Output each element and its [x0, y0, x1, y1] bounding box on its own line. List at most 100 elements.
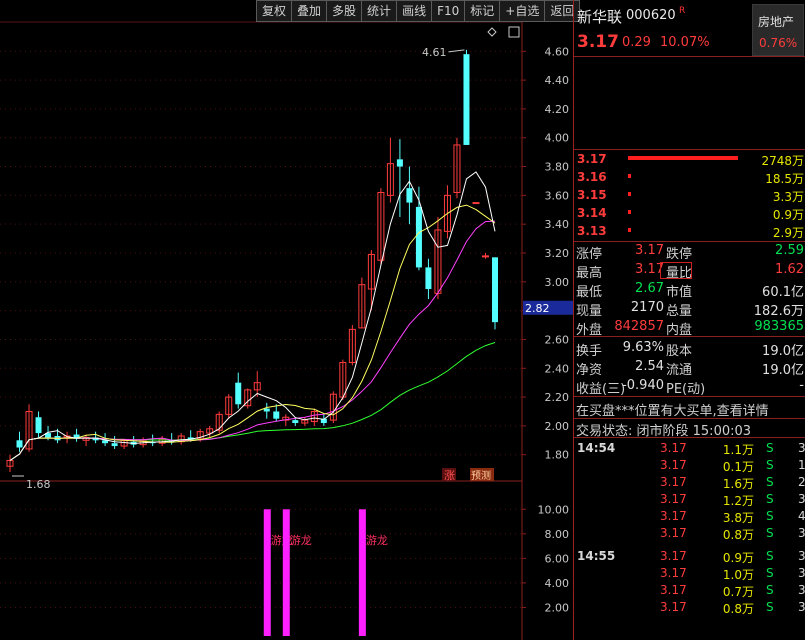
- fuquan-button[interactable]: 复权: [256, 0, 293, 22]
- bid-price: 3.17: [577, 152, 607, 166]
- tick-count: 3: [798, 566, 805, 580]
- bid-price: 3.13: [577, 224, 607, 238]
- current-price-tag: 2.82: [525, 302, 550, 315]
- candle-body[interactable]: [481, 255, 489, 258]
- tick-side: S: [766, 526, 774, 540]
- y-tick-label: 3.60: [545, 189, 570, 202]
- tick-time: 14:55: [577, 549, 616, 563]
- tick-price: 3.17: [660, 526, 687, 540]
- candle-body[interactable]: [472, 202, 480, 205]
- statistics-button[interactable]: 统计: [361, 0, 398, 22]
- overlay-button[interactable]: 叠加: [291, 0, 328, 22]
- tick-side: S: [766, 458, 774, 472]
- tick-count: 3: [798, 441, 805, 455]
- y-tick-label: 2.20: [545, 391, 570, 404]
- bid-level[interactable]: 3.15 3.3万: [574, 188, 805, 204]
- tick-row: 14:54 3.17 1.1万 S 3: [574, 441, 805, 458]
- ma10-line: [9, 204, 496, 461]
- candle-body[interactable]: [292, 420, 299, 424]
- multi-stock-button[interactable]: 多股: [326, 0, 363, 22]
- candle-body[interactable]: [35, 417, 42, 434]
- bid-level[interactable]: 3.17 2748万: [574, 152, 805, 168]
- bid-level[interactable]: 3.16 18.5万: [574, 170, 805, 186]
- y-tick-label: 4.40: [545, 74, 570, 87]
- add-watchlist-button[interactable]: +自选: [499, 0, 546, 22]
- tick-row: 3.17 0.8万 S 3: [574, 600, 805, 617]
- chart-toolbar: 复权 叠加 多股 统计 画线 F10 标记 +自选 返回: [256, 0, 581, 22]
- sector-button[interactable]: 房地产 0.76%: [752, 4, 804, 56]
- bid-volume-bar: [628, 210, 631, 214]
- tick-count: 4: [798, 509, 805, 523]
- tick-volume: 1.6万: [722, 477, 754, 491]
- candle-body[interactable]: [415, 206, 422, 268]
- candle-body[interactable]: [273, 411, 280, 419]
- stat-label: 市值: [666, 285, 693, 300]
- stat-label: 流通: [666, 363, 693, 378]
- signal-bar[interactable]: [282, 509, 290, 636]
- stat-row: 涨停 3.17 跌停 2.59: [574, 243, 805, 262]
- candle-body[interactable]: [16, 440, 23, 448]
- window-toggle-icon[interactable]: [508, 26, 520, 38]
- tick-side: S: [766, 583, 774, 597]
- mark-button[interactable]: 标记: [464, 0, 501, 22]
- tick-count: 3: [798, 492, 805, 506]
- bid-level[interactable]: 3.13 2.9万: [574, 224, 805, 240]
- diamond-marker[interactable]: [487, 27, 497, 37]
- kline-chart-area[interactable]: 4.604.404.204.003.803.603.403.203.002.80…: [0, 0, 573, 640]
- tick-row: 3.17 1.2万 S 3: [574, 492, 805, 509]
- stat-label: 涨停: [576, 247, 603, 262]
- divider: [574, 418, 805, 419]
- candle-body[interactable]: [235, 382, 242, 405]
- stat-value: 842857: [614, 319, 664, 334]
- candle-body[interactable]: [111, 443, 118, 447]
- divider: [574, 56, 805, 57]
- candle-body[interactable]: [463, 54, 470, 145]
- current-price: 3.17: [577, 32, 619, 52]
- tick-side: S: [766, 600, 774, 614]
- bid-volume: 2.9万: [772, 226, 804, 240]
- sub-tick-label: 2.00: [545, 601, 570, 614]
- big-order-notice[interactable]: 在买盘***位置有大买单,查看详情: [576, 400, 769, 419]
- tick-count: 1: [798, 458, 805, 472]
- bid-level[interactable]: 3.14 0.9万: [574, 206, 805, 222]
- divider: [574, 437, 805, 438]
- signal-label: 游龙: [290, 534, 312, 547]
- bid-price: 3.15: [577, 188, 607, 202]
- stat-value: 19.0亿: [762, 363, 804, 378]
- tick-price: 3.17: [660, 583, 687, 597]
- candle-body[interactable]: [425, 267, 432, 290]
- stat-label: PE(动): [666, 382, 706, 397]
- tick-price: 3.17: [660, 566, 687, 580]
- stock-name: 新华联: [577, 8, 623, 26]
- stat-label: 净资: [576, 363, 603, 378]
- zhang-label: 涨: [444, 469, 455, 482]
- tick-price: 3.17: [660, 458, 687, 472]
- f10-button[interactable]: F10: [431, 0, 466, 22]
- candle-body[interactable]: [406, 188, 413, 203]
- y-tick-label: 3.00: [545, 276, 570, 289]
- bid-volume: 2748万: [761, 154, 804, 168]
- signal-bar[interactable]: [263, 509, 271, 636]
- sub-tick-label: 6.00: [545, 552, 570, 565]
- bid-price: 3.14: [577, 206, 607, 220]
- tick-count: 3: [798, 526, 805, 540]
- tick-volume: 0.8万: [722, 528, 754, 542]
- y-tick-label: 4.00: [545, 132, 570, 145]
- candle-body[interactable]: [263, 408, 270, 412]
- candle-body[interactable]: [396, 159, 403, 167]
- tick-time: 14:54: [577, 441, 616, 455]
- stat-label: 股本: [666, 344, 693, 359]
- tick-volume: 0.1万: [722, 460, 754, 474]
- tick-volume: 1.2万: [722, 494, 754, 508]
- bid-volume-bar: [628, 156, 738, 160]
- tick-price: 3.17: [660, 492, 687, 506]
- draw-line-button[interactable]: 画线: [396, 0, 433, 22]
- signal-bar[interactable]: [358, 509, 366, 636]
- candle-body[interactable]: [492, 257, 498, 323]
- tick-price: 3.17: [660, 549, 687, 563]
- stat-label: 收益(三): [576, 382, 626, 397]
- bid-volume: 3.3万: [772, 190, 804, 204]
- sub-tick-label: 10.00: [538, 503, 570, 516]
- sector-name: 房地产: [758, 15, 795, 29]
- tick-row: 3.17 0.8万 S 3: [574, 526, 805, 543]
